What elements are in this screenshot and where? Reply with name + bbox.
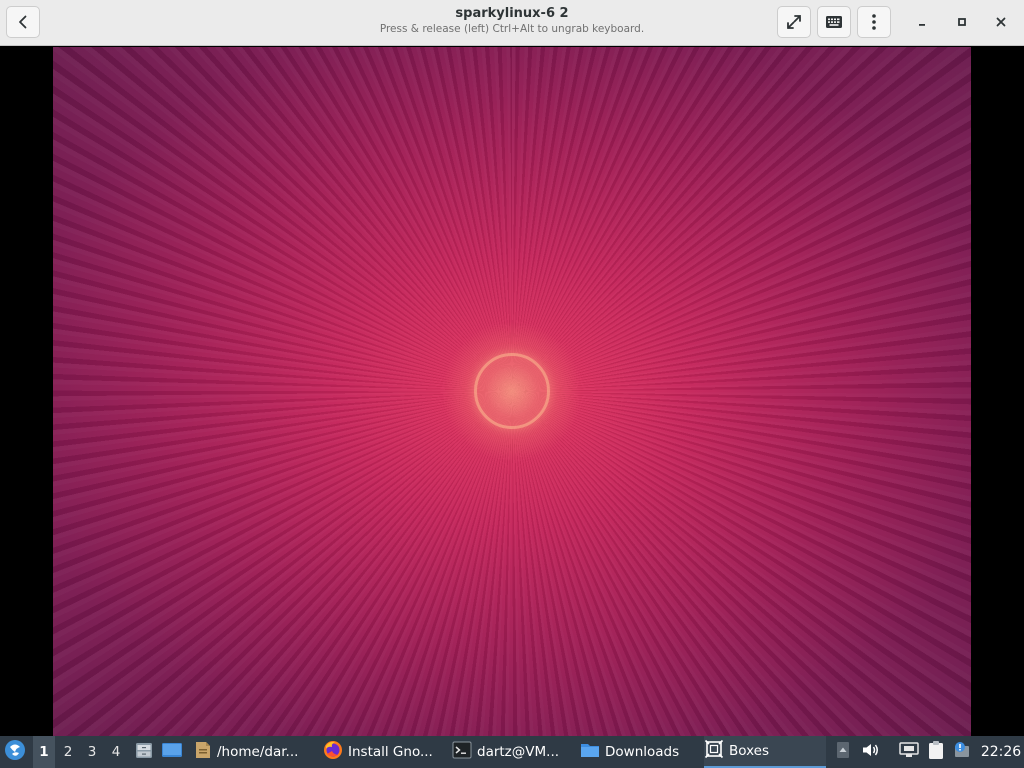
task-file-manager[interactable]: /home/dar... (194, 736, 312, 768)
task-label: Install Gno... (348, 744, 433, 760)
folder-icon (580, 741, 600, 763)
tray-updates[interactable] (952, 736, 974, 768)
quick-launch-desktop[interactable] (160, 736, 184, 768)
file-cabinet-icon (134, 740, 154, 764)
task-downloads[interactable]: Downloads (580, 736, 700, 768)
network-wired-icon (899, 741, 919, 763)
keyboard-button[interactable] (817, 6, 851, 38)
fullscreen-button[interactable] (777, 6, 811, 38)
vm-display[interactable] (0, 47, 1024, 736)
quick-launch-files[interactable] (133, 736, 155, 768)
keyboard-icon (825, 15, 843, 29)
window-title: sparkylinux-6 2 (455, 6, 569, 21)
tray-clipboard[interactable] (926, 736, 946, 768)
task-label: Boxes (729, 743, 770, 759)
header-bar: sparkylinux-6 2 Press & release (left) C… (0, 0, 1024, 46)
task-label: Downloads (605, 744, 680, 760)
task-firefox[interactable]: Install Gno... (323, 736, 443, 768)
guest-taskbar: 1 2 3 4 /home/dar... Install Gno... dart… (0, 736, 1024, 768)
update-notifier-icon (953, 741, 973, 763)
back-button[interactable] (6, 6, 40, 38)
app-menu-button[interactable] (4, 736, 28, 768)
workspace-4[interactable]: 4 (105, 736, 127, 768)
file-manager-icon (194, 740, 212, 764)
desktop-wallpaper (53, 47, 971, 736)
minimize-icon (916, 13, 928, 32)
workspace-1[interactable]: 1 (33, 736, 55, 768)
window-subtitle: Press & release (left) Ctrl+Alt to ungra… (379, 23, 645, 35)
task-label: /home/dar... (217, 744, 299, 760)
kebab-menu-icon (871, 13, 877, 31)
show-desktop-icon (161, 741, 183, 763)
fullscreen-icon (785, 13, 803, 31)
workspace-3[interactable]: 3 (81, 736, 103, 768)
sparky-logo-icon (4, 739, 26, 765)
minimize-button[interactable] (911, 11, 933, 33)
task-label: dartz@VM... (477, 744, 560, 760)
tray-volume[interactable] (860, 736, 882, 768)
menu-button[interactable] (857, 6, 891, 38)
volume-icon (861, 741, 881, 763)
close-button[interactable] (990, 11, 1012, 33)
workspace-2[interactable]: 2 (57, 736, 79, 768)
tray-expand-button[interactable] (834, 736, 852, 768)
task-terminal[interactable]: dartz@VM... (452, 736, 572, 768)
clipboard-icon (927, 740, 945, 764)
back-arrow-icon (15, 14, 31, 30)
close-icon (995, 13, 1007, 32)
maximize-button[interactable] (951, 11, 973, 33)
clock[interactable]: 22:26 (980, 736, 1022, 768)
terminal-icon (452, 741, 472, 763)
firefox-icon (323, 740, 343, 764)
task-boxes[interactable]: Boxes (704, 736, 826, 768)
maximize-icon (956, 13, 968, 32)
tray-network[interactable] (898, 736, 920, 768)
wallpaper-glow-ring (474, 353, 550, 429)
tray-expand-icon (836, 741, 850, 763)
title-area: sparkylinux-6 2 Press & release (left) C… (300, 6, 724, 36)
boxes-icon (704, 739, 724, 763)
